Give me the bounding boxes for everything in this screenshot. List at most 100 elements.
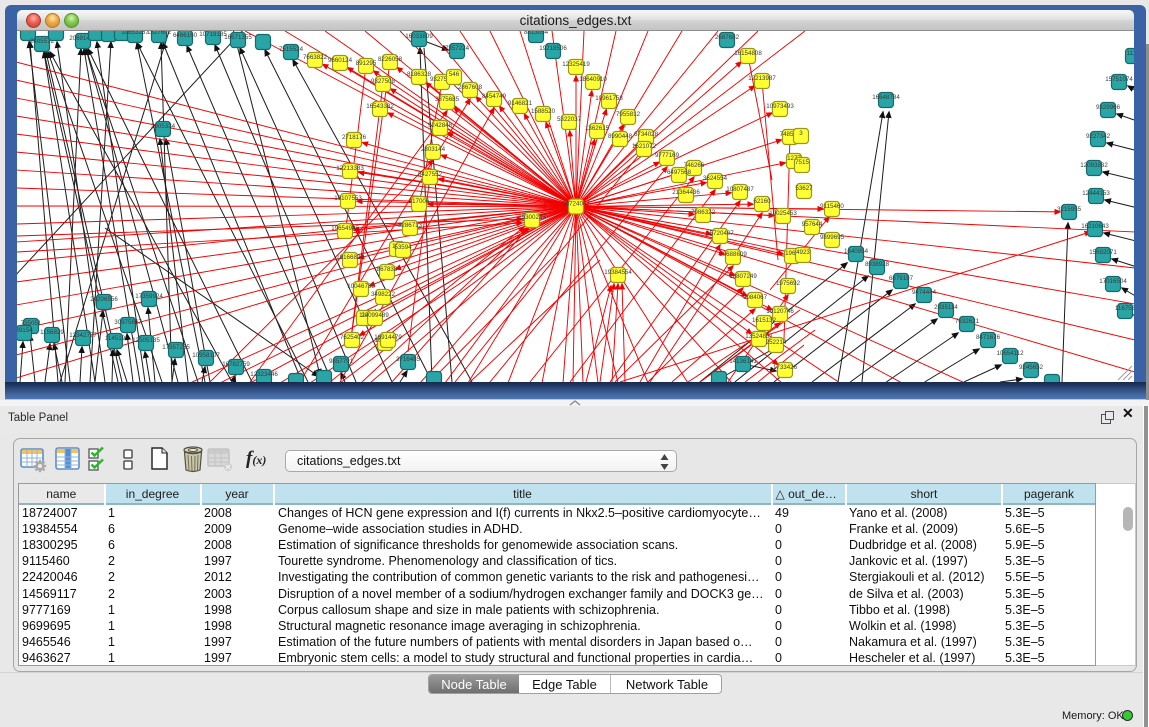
svg-text:7663822: 7663822	[303, 54, 328, 61]
svg-text:8427552: 8427552	[418, 171, 443, 178]
svg-text:2935114: 2935114	[934, 304, 958, 311]
svg-text:891295: 891295	[356, 60, 377, 67]
svg-text:12213987: 12213987	[748, 75, 776, 82]
svg-text:7515: 7515	[795, 159, 809, 166]
svg-text:10719185: 10719185	[199, 31, 227, 38]
svg-text:12213383: 12213383	[336, 165, 364, 172]
svg-text:16543382: 16543382	[366, 103, 394, 110]
svg-text:10807487: 10807487	[726, 186, 754, 193]
svg-text:19218506: 19218506	[539, 45, 567, 52]
svg-text:2867608: 2867608	[458, 84, 483, 91]
svg-text:20099489: 20099489	[361, 312, 389, 319]
svg-text:867833: 867833	[377, 266, 398, 273]
svg-text:10961758: 10961758	[595, 95, 623, 102]
svg-text:1733426: 1733426	[773, 364, 798, 371]
svg-text:16671355: 16671355	[224, 34, 252, 41]
svg-text:10654112: 10654112	[996, 350, 1024, 357]
svg-text:14136141: 14136141	[729, 358, 757, 365]
svg-text:1621072: 1621072	[632, 143, 657, 150]
svg-text:2803144: 2803144	[421, 146, 446, 153]
svg-text:9327508: 9327508	[371, 78, 396, 85]
svg-text:9115460: 9115460	[820, 203, 844, 210]
svg-text:3215955: 3215955	[1057, 206, 1082, 213]
svg-text:12325419: 12325419	[562, 61, 590, 68]
svg-text:1975692: 1975692	[776, 280, 801, 287]
svg-text:1527602: 1527602	[147, 31, 172, 36]
svg-text:2718176: 2718176	[342, 134, 367, 141]
svg-text:19654985: 19654985	[331, 225, 359, 232]
svg-text:9084067: 9084067	[743, 294, 768, 301]
svg-text:417006: 417006	[409, 198, 430, 205]
svg-text:10046738: 10046738	[347, 283, 375, 290]
svg-text:10120746: 10120746	[766, 308, 794, 315]
svg-text:5322037: 5322037	[557, 116, 582, 123]
svg-text:18807249: 18807249	[729, 273, 757, 280]
svg-text:19166825: 19166825	[336, 254, 364, 261]
svg-text:9777169: 9777169	[655, 152, 680, 159]
svg-text:9146821: 9146821	[508, 100, 533, 107]
svg-text:10688609: 10688609	[719, 251, 747, 258]
svg-text:30975867: 30975867	[114, 319, 142, 326]
svg-text:15751074: 15751074	[1105, 76, 1133, 83]
svg-text:16648784: 16648784	[872, 94, 900, 101]
svg-text:1112: 1112	[1127, 50, 1134, 57]
svg-text:3286713: 3286713	[398, 222, 423, 229]
svg-text:9899695: 9899695	[820, 234, 845, 241]
svg-text:3: 3	[799, 130, 803, 137]
svg-text:9329966: 9329966	[1096, 104, 1121, 111]
svg-text:7632621: 7632621	[955, 318, 980, 325]
svg-text:10025453: 10025453	[769, 210, 797, 217]
svg-text:3624554: 3624554	[703, 175, 728, 182]
svg-text:3716485: 3716485	[396, 356, 421, 363]
svg-text:25300233: 25300233	[518, 214, 546, 221]
svg-text:8471676: 8471676	[976, 334, 1001, 341]
svg-text:16914479: 16914479	[374, 334, 402, 341]
svg-text:17957255: 17957255	[162, 344, 190, 351]
svg-text:746266: 746266	[684, 162, 705, 169]
svg-text:7625402: 7625402	[340, 334, 365, 341]
svg-text:10958107: 10958107	[192, 352, 220, 359]
svg-text:252214: 252214	[766, 339, 787, 346]
svg-text:10973493: 10973493	[766, 103, 794, 110]
svg-text:957644: 957644	[802, 221, 823, 228]
svg-text:3875685: 3875685	[435, 96, 460, 103]
svg-text:8938928: 8938928	[865, 261, 890, 268]
svg-text:9242848: 9242848	[428, 122, 453, 129]
svg-text:15692071: 15692071	[1089, 249, 1117, 256]
svg-text:7955812: 7955812	[616, 111, 641, 118]
svg-text:7986322: 7986322	[691, 209, 716, 216]
svg-text:10653267: 10653267	[121, 31, 149, 36]
svg-text:21364436: 21364436	[672, 189, 700, 196]
svg-text:39154: 39154	[17, 327, 33, 334]
svg-text:1615132: 1615132	[752, 317, 777, 324]
svg-text:114519: 114519	[105, 335, 126, 342]
svg-text:9245652: 9245652	[1019, 364, 1044, 371]
svg-text:6734028: 6734028	[634, 131, 659, 138]
svg-text:62160: 62160	[753, 198, 771, 205]
svg-text:19384554: 19384554	[604, 269, 632, 276]
svg-text:16782759: 16782759	[222, 361, 250, 368]
svg-text:9860124: 9860124	[328, 57, 353, 64]
svg-text:1640954: 1640954	[844, 248, 869, 255]
svg-text:8186328: 8186328	[407, 71, 432, 78]
svg-text:16210643: 16210643	[1081, 223, 1109, 230]
svg-text:6497568: 6497568	[667, 169, 692, 176]
svg-text:1362615: 1362615	[585, 125, 610, 132]
svg-text:9857791: 9857791	[329, 358, 354, 365]
svg-text:4923: 4923	[796, 249, 810, 256]
svg-text:7515524: 7515524	[279, 46, 304, 53]
svg-text:1588520: 1588520	[531, 108, 556, 115]
svg-text:2905334: 2905334	[151, 123, 176, 130]
svg-text:12093832: 12093832	[1080, 162, 1108, 169]
svg-text:17359924: 17359924	[135, 293, 163, 300]
svg-text:2687682: 2687682	[715, 34, 740, 41]
svg-text:12342737: 12342737	[69, 332, 97, 339]
svg-text:3498222: 3498222	[371, 291, 396, 298]
svg-text:6466160: 6466160	[173, 32, 198, 39]
svg-text:12323446: 12323446	[250, 371, 278, 378]
svg-text:546: 546	[449, 71, 460, 78]
svg-text:20206556: 20206556	[90, 296, 118, 303]
svg-text:8990448: 8990448	[608, 133, 633, 140]
svg-text:17016504: 17016504	[1099, 278, 1127, 285]
svg-text:10107553: 10107553	[334, 195, 362, 202]
